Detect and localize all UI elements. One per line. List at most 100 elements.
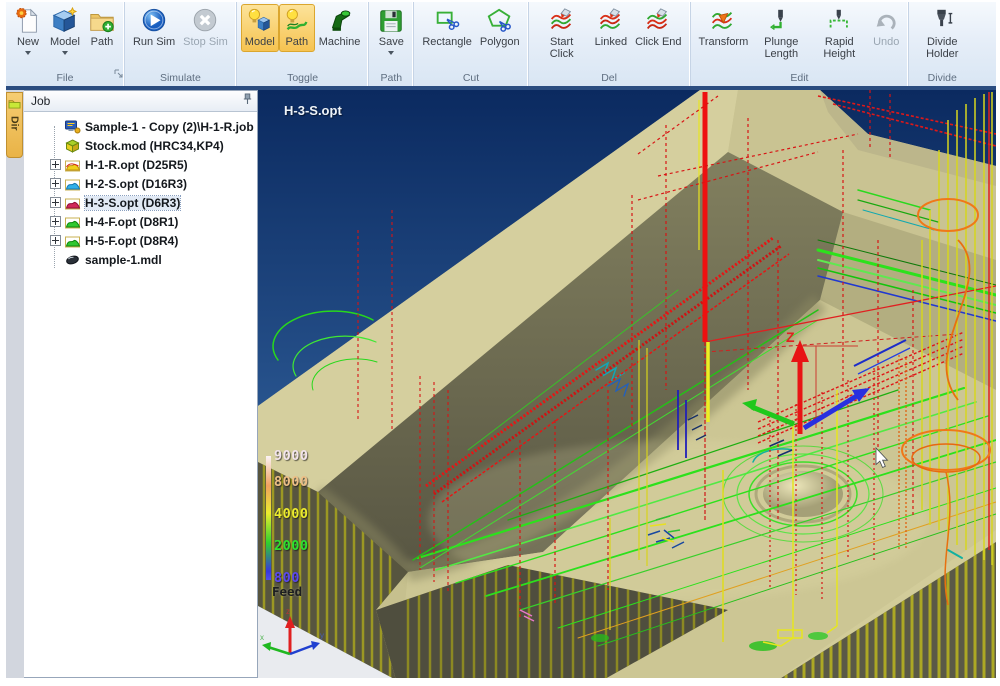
rectangle-cut-icon [433,7,461,35]
expand-plus-icon[interactable] [50,216,61,227]
delete-start-icon [548,7,576,35]
toggle-model-label: Model [245,37,275,49]
tree-item-label: H-1-R.opt (D25R5) [85,158,188,172]
pin-icon[interactable] [242,92,253,110]
new-button[interactable]: New [10,4,46,58]
group-label-cut: Cut [418,71,523,86]
ribbon-toolbar: New Model Path File [6,2,996,86]
job-icon [64,120,81,134]
tree-item-mdl[interactable]: sample-1.mdl [24,250,257,269]
expand-plus-icon[interactable] [50,159,61,170]
stock-cube-icon [64,139,81,153]
tree-item-label: H-2-S.opt (D16R3) [85,177,187,191]
new-document-icon [14,7,42,35]
ribbon-group-edit: Transform Plunge Length Rapid Height Und… [690,2,909,86]
toolpath-yellow-icon [64,158,81,172]
delete-click-end-button[interactable]: Click End [631,4,685,52]
expand-plus-icon[interactable] [50,235,61,246]
delete-linked-button[interactable]: Linked [591,4,631,52]
toggle-machine-label: Machine [319,37,361,49]
model-cube-icon [51,7,79,35]
feed-value-9000: 9000 [274,448,309,464]
chevron-down-icon [388,51,394,55]
toggle-model-button[interactable]: Model [241,4,279,52]
toggle-machine-button[interactable]: Machine [315,4,365,52]
divide-holder-button[interactable]: Divide Holder [913,4,971,63]
job-tree: Sample-1 - Copy (2)\H-1-R.job Stock.mod … [24,112,257,269]
polygon-cut-button[interactable]: Polygon [476,4,524,52]
folder-icon [8,96,21,114]
tree-item-h1r[interactable]: H-1-R.opt (D25R5) [24,155,257,174]
expand-plus-icon[interactable] [50,197,61,208]
tree-item-label: H-5-F.opt (D8R4) [85,234,178,248]
toolpath-green-icon [64,234,81,248]
save-icon [377,7,405,35]
rapid-height-icon [825,7,853,35]
polygon-cut-icon [486,7,514,35]
toolpath-blue-icon [64,177,81,191]
job-panel-header: Job [24,91,257,112]
application-window: New Model Path File [6,2,996,678]
triad-x-label: x [260,633,264,642]
path-label: Path [91,37,114,49]
ribbon-group-cut: Rectangle Polygon Cut [413,2,527,86]
tree-item-h5f[interactable]: H-5-F.opt (D8R4) [24,231,257,250]
tree-item-stock[interactable]: Stock.mod (HRC34,KP4) [24,136,257,155]
sidebar-tab-strip: Dir [6,90,25,678]
expand-plus-icon[interactable] [50,178,61,189]
undo-button[interactable]: Undo [868,4,904,52]
group-label-del: Del [533,71,686,86]
ribbon-group-divide: Divide Holder Divide [908,2,975,86]
undo-label: Undo [873,37,899,49]
group-label-toggle: Toggle [241,71,365,86]
sidebar: Dir Job Sample-1 - Copy (2)\H-1-R.job St… [6,90,258,678]
tree-item-job[interactable]: Sample-1 - Copy (2)\H-1-R.job [24,117,257,136]
group-label-simulate: Simulate [129,71,232,86]
dialog-launcher-icon[interactable] [114,66,124,84]
run-sim-label: Run Sim [133,37,175,49]
feed-value-8000: 8000 [274,474,309,490]
chevron-down-icon [62,51,68,55]
rectangle-cut-button[interactable]: Rectangle [418,4,476,52]
chevron-down-icon [25,51,31,55]
toggle-path-label: Path [285,37,308,49]
triad-z-label: z [286,607,290,616]
model-file-button[interactable]: Model [46,4,84,58]
feed-color-bar [266,456,271,580]
tree-item-label: H-3-S.opt (D6R3) [85,196,180,210]
toggle-path-button[interactable]: Path [279,4,315,52]
delete-end-icon [644,7,672,35]
tree-item-h3s[interactable]: H-3-S.opt (D6R3) [24,193,257,212]
tree-item-h2s[interactable]: H-2-S.opt (D16R3) [24,174,257,193]
plunge-length-icon [767,7,795,35]
machine-icon [326,7,354,35]
plunge-length-button[interactable]: Plunge Length [752,4,810,63]
divide-holder-label: Divide Holder [917,37,967,60]
delete-start-click-button[interactable]: Start Click [533,4,591,63]
3d-viewport[interactable]: H-3-S.opt [258,90,996,678]
feed-value-2000: 2000 [274,538,309,554]
rapid-height-label: Rapid Height [814,37,864,60]
save-button[interactable]: Save [373,4,409,58]
rectangle-cut-label: Rectangle [422,37,472,49]
plunge-length-label: Plunge Length [756,37,806,60]
rapid-height-button[interactable]: Rapid Height [810,4,868,63]
tree-item-label: Sample-1 - Copy (2)\H-1-R.job [85,120,254,134]
ribbon-group-del: Start Click Linked Click End Del [528,2,690,86]
new-label: New [17,37,39,49]
viewport-3d-scene[interactable]: Z z x y [258,90,996,678]
toggle-model-icon [246,7,274,35]
transform-button[interactable]: Transform [695,4,753,52]
sidebar-tab-dir[interactable]: Dir [6,92,23,158]
tree-item-h4f[interactable]: H-4-F.opt (D8R1) [24,212,257,231]
ribbon-group-path: Save Path [368,2,413,86]
feed-value-4000: 4000 [274,506,309,522]
divide-holder-icon [928,7,956,35]
stop-sim-button[interactable]: Stop Sim [179,4,232,52]
ribbon-group-simulate: Run Sim Stop Sim Simulate [124,2,236,86]
triad-y-label: y [320,631,324,640]
path-file-button[interactable]: Path [84,4,120,52]
run-sim-button[interactable]: Run Sim [129,4,179,52]
tree-item-label: Stock.mod (HRC34,KP4) [85,139,224,153]
ribbon-group-file: New Model Path File [6,2,124,86]
